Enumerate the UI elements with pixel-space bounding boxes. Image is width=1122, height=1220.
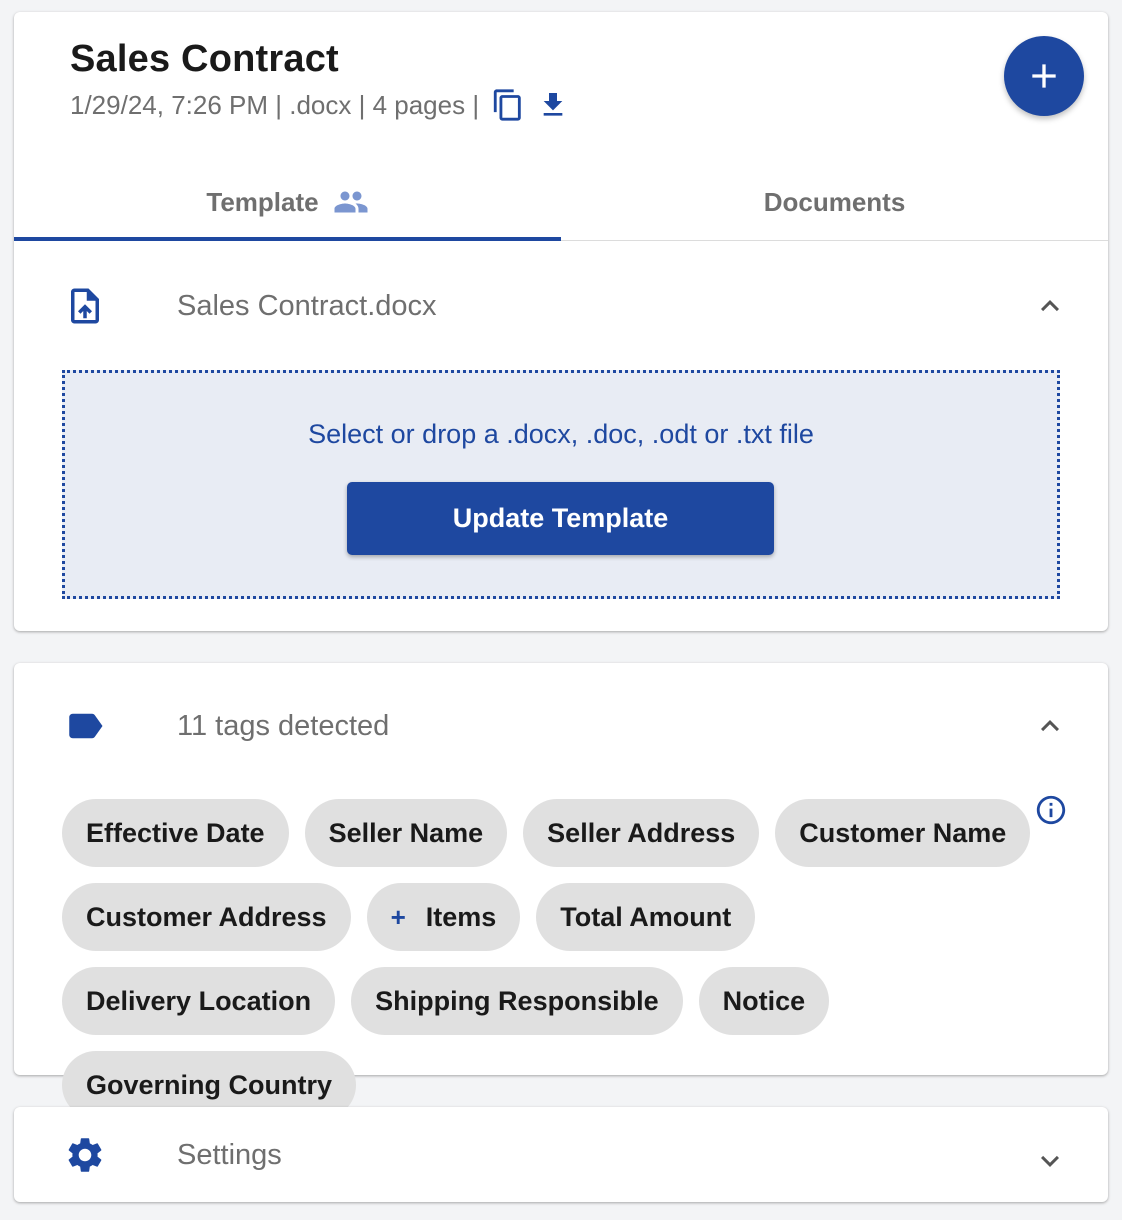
tag-chip[interactable]: Delivery Location [62,967,336,1035]
template-file-header[interactable]: Sales Contract.docx [14,266,1108,346]
expand-plus-icon: + [390,901,406,932]
tag-chip-label: Delivery Location [86,985,312,1016]
tag-chip[interactable]: Shipping Responsible [351,967,683,1035]
copy-icon[interactable] [491,88,525,122]
tab-documents[interactable]: Documents [561,164,1108,240]
label-icon [64,705,106,747]
tag-chip-label: Shipping Responsible [375,985,659,1016]
tag-chip[interactable]: Notice [698,967,830,1035]
tab-template[interactable]: Template [14,164,561,241]
tags-count: 11 tags detected [177,709,390,742]
settings-header[interactable]: Settings [14,1115,1108,1195]
tags-header[interactable]: 11 tags detected [14,686,1108,766]
settings-label: Settings [177,1138,282,1171]
download-icon[interactable] [537,89,569,121]
info-icon[interactable] [1034,793,1068,827]
tag-chip[interactable]: Customer Address [62,883,351,951]
tag-chip[interactable]: Total Amount [536,883,756,951]
dropzone-hint: Select or drop a .docx, .doc, .odt or .t… [308,419,814,449]
tag-chip-label: Governing Country [86,1069,333,1100]
tag-chip-label: Items [425,901,497,932]
update-template-button[interactable]: Update Template [347,482,774,555]
tab-documents-label: Documents [763,186,906,217]
tags-card: 11 tags detected Effective Date Seller N… [14,663,1108,1119]
tag-chip[interactable]: Effective Date [62,799,289,867]
tag-chip[interactable]: Customer Name [775,799,1031,867]
chevron-up-icon[interactable] [1032,708,1068,744]
tag-chip-list: Effective Date Seller Name Seller Addres… [62,799,1032,1119]
template-filename: Sales Contract.docx [177,289,437,322]
tag-chip[interactable]: Seller Address [523,799,760,867]
tag-chip-label: Notice [722,985,806,1016]
template-card: Sales Contract 1/29/24, 7:26 PM | .docx … [14,12,1108,631]
tag-chip-label: Customer Address [86,901,327,932]
chevron-down-icon[interactable] [1032,1143,1068,1179]
people-icon [333,184,369,220]
tag-chip-group[interactable]: + Items [366,883,521,951]
page-title: Sales Contract [70,38,339,80]
tag-chip-label: Customer Name [799,817,1007,848]
file-dropzone[interactable]: Select or drop a .docx, .doc, .odt or .t… [62,370,1060,599]
file-upload-icon [64,285,106,327]
document-meta: 1/29/24, 7:26 PM | .docx | 4 pages | [70,88,569,122]
gear-icon [64,1134,106,1176]
plus-icon [1032,64,1056,88]
settings-card: Settings [14,1107,1108,1202]
document-meta-text: 1/29/24, 7:26 PM | .docx | 4 pages | [70,89,480,120]
tag-chip-label: Total Amount [560,901,732,932]
add-button[interactable] [1004,36,1084,116]
tag-chip-label: Effective Date [86,817,265,848]
tag-chip[interactable]: Seller Name [304,799,508,867]
tag-chip-label: Seller Name [328,817,484,848]
tag-chip-label: Seller Address [547,817,736,848]
tab-template-label: Template [206,186,319,217]
tab-bar: Template Documents [14,164,1108,241]
chevron-up-icon[interactable] [1032,288,1068,324]
